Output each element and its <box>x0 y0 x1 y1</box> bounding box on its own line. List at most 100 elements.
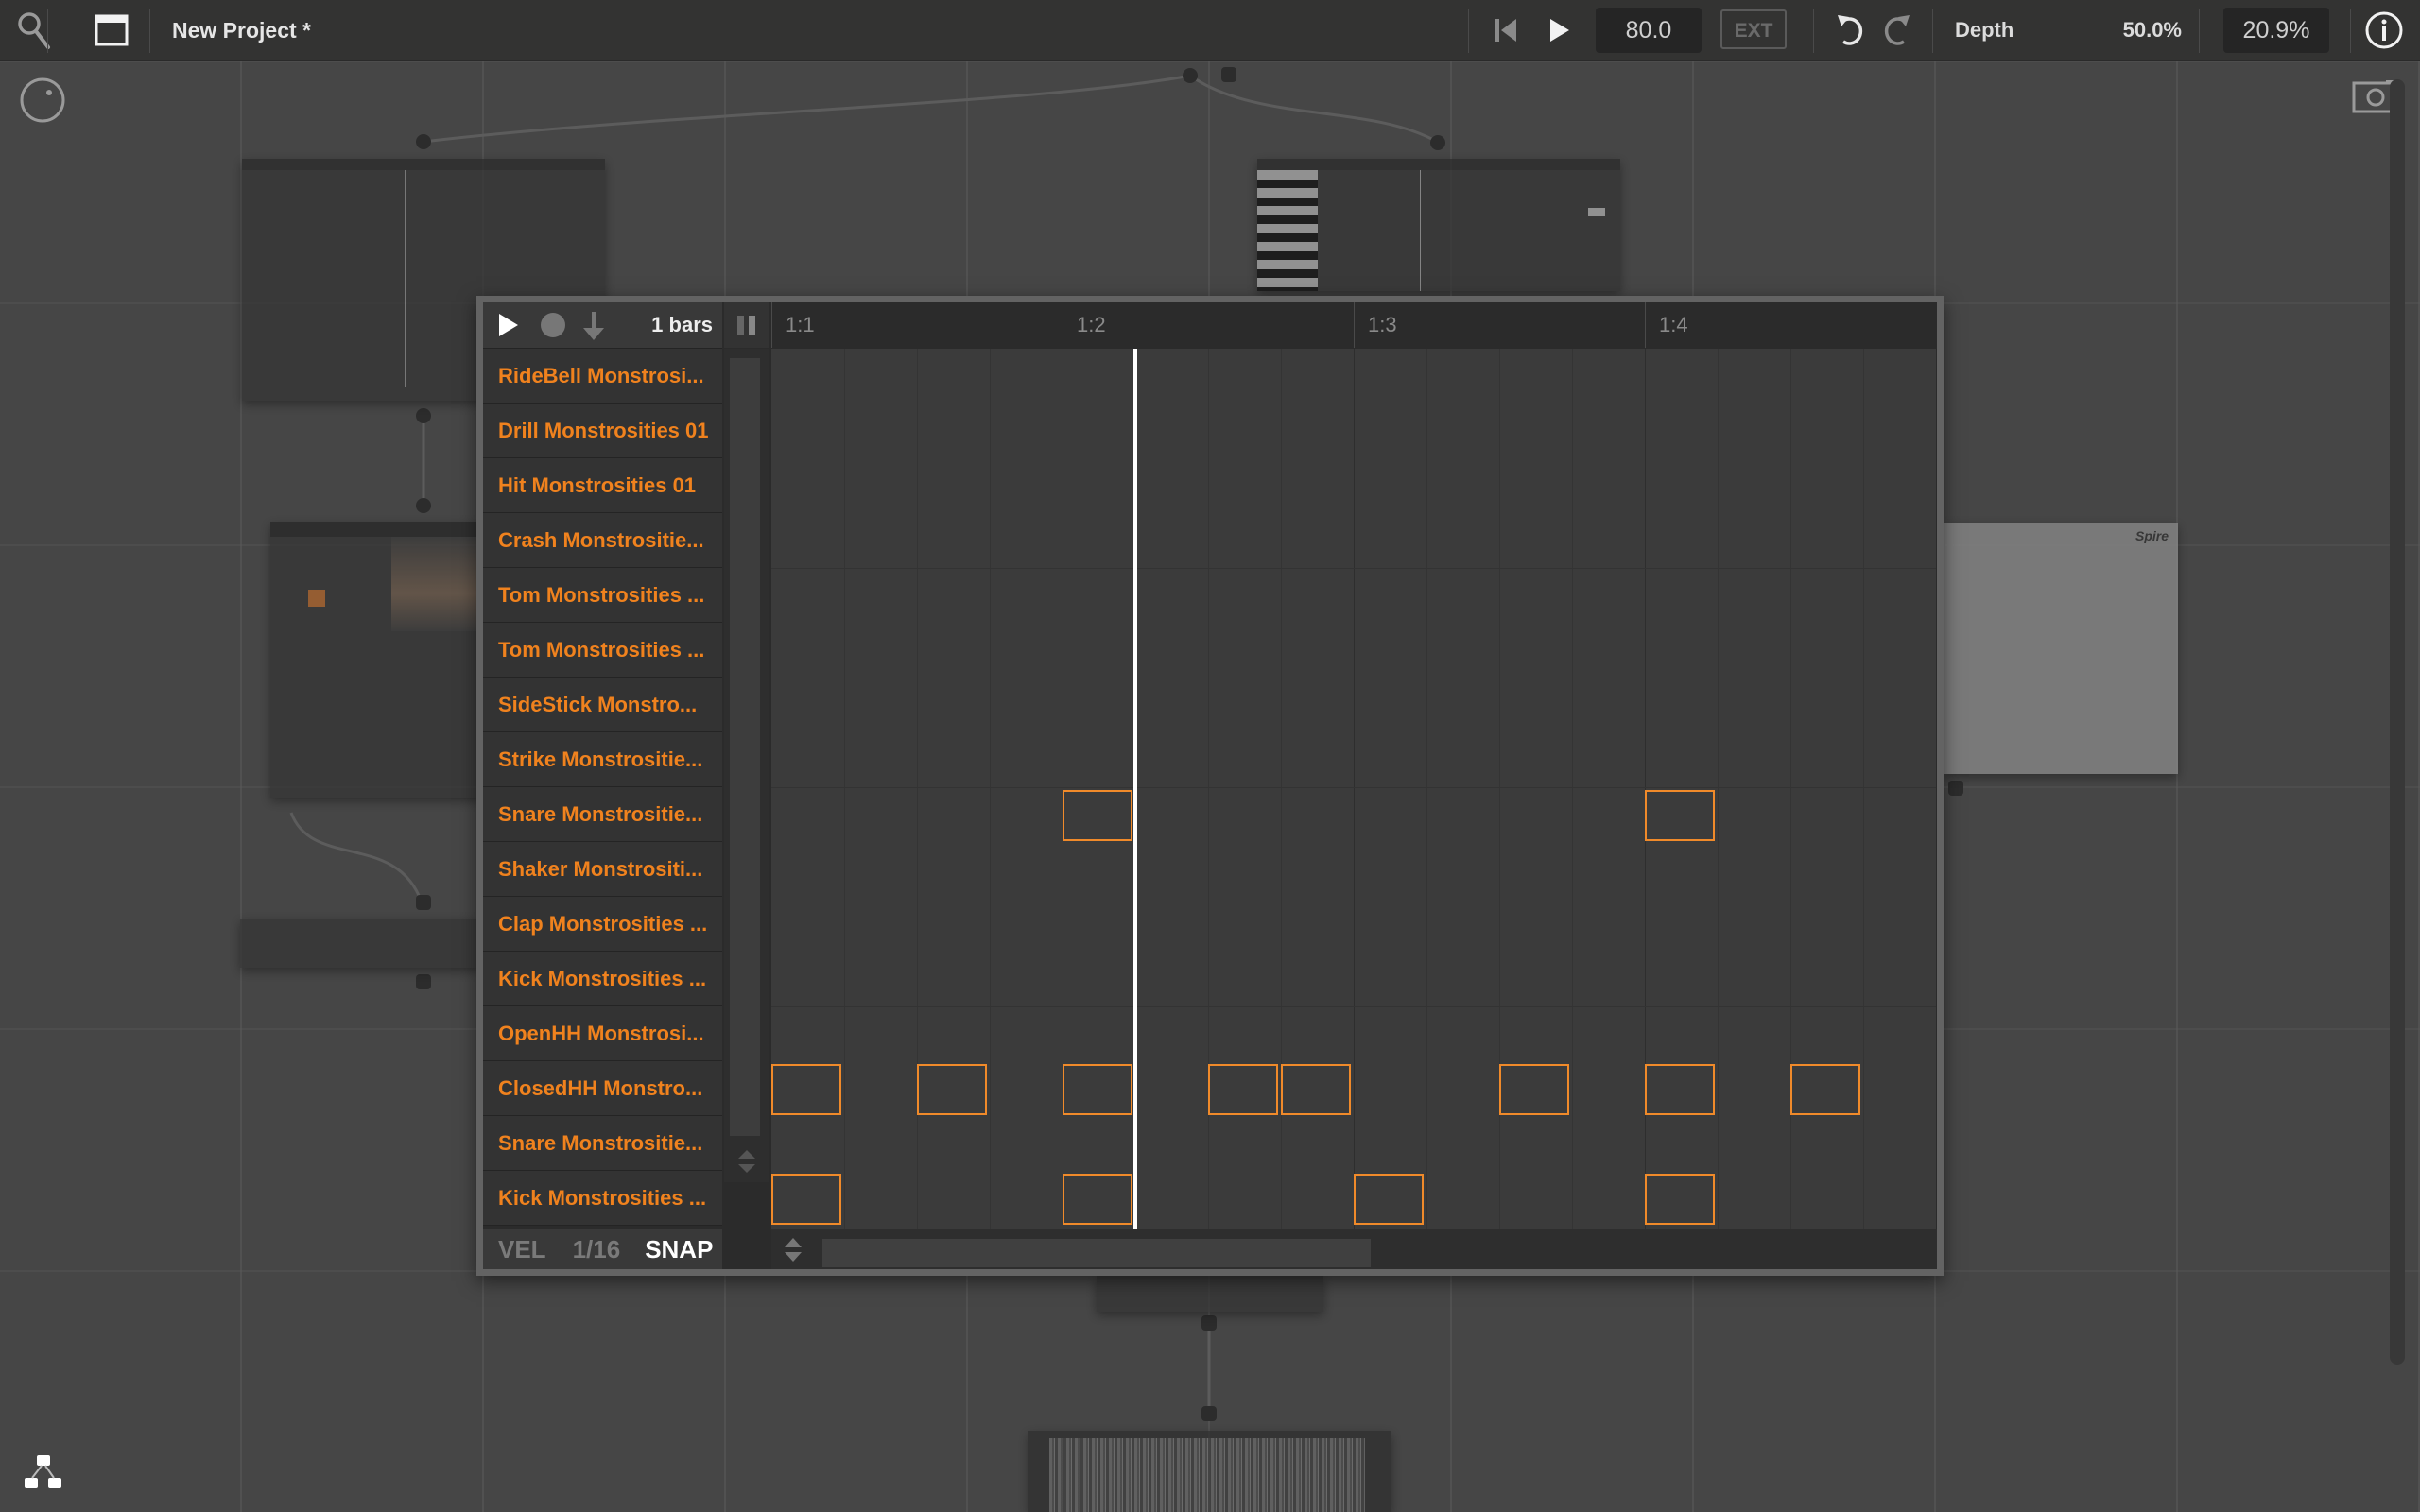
bg-mixer-module[interactable] <box>1097 1276 1323 1312</box>
editor-transport: 1 bars <box>483 302 722 349</box>
note[interactable] <box>1208 1064 1278 1115</box>
track-row-label[interactable]: Kick Monstrosities ... <box>483 1171 722 1226</box>
pattern-length[interactable]: 1 bars <box>651 302 713 348</box>
grid-step-line <box>844 349 845 1228</box>
bg-waveform-module[interactable] <box>1028 1431 1392 1512</box>
note[interactable] <box>1645 1064 1715 1115</box>
wire-node[interactable] <box>1183 68 1198 83</box>
port[interactable] <box>1201 1406 1217 1421</box>
track-row-label[interactable]: Crash Monstrositie... <box>483 513 722 568</box>
grid-row-group-line <box>771 787 1936 788</box>
timeline-ruler[interactable]: 1:1 1:2 1:3 1:4 <box>771 302 1937 348</box>
ruler-mark: 1:4 <box>1645 302 1688 348</box>
depth-value[interactable]: 50.0% <box>2118 0 2182 60</box>
undo-icon <box>1838 15 1863 45</box>
playhead[interactable] <box>1133 349 1137 1228</box>
snap-toggle[interactable]: SNAP <box>645 1235 713 1264</box>
ext-sync-button[interactable]: EXT <box>1720 9 1787 49</box>
port[interactable] <box>416 895 431 910</box>
hierarchy-icon <box>25 1455 61 1488</box>
horizontal-scroll-area <box>771 1229 1937 1269</box>
track-list-scrollbar[interactable] <box>724 349 769 1182</box>
window-button[interactable] <box>91 0 132 60</box>
wire-node[interactable] <box>416 498 431 513</box>
metronome-button[interactable] <box>19 76 68 129</box>
track-list: RideBell Monstrosi... Drill Monstrosities… <box>483 349 722 1226</box>
wire-node[interactable] <box>416 134 431 149</box>
ruler-mark: 1:1 <box>771 302 815 348</box>
track-row-label[interactable]: Kick Monstrosities ... <box>483 952 722 1006</box>
bg-piano-roll-thumbnail[interactable] <box>1257 159 1620 291</box>
port[interactable] <box>1201 1315 1217 1331</box>
note[interactable] <box>1645 1174 1715 1225</box>
footer-spacer <box>724 1229 769 1269</box>
note[interactable] <box>1499 1064 1569 1115</box>
info-button[interactable] <box>2363 0 2405 60</box>
editor-record-button[interactable] <box>540 312 566 343</box>
redo-button[interactable] <box>1877 0 1915 60</box>
note[interactable] <box>1063 1064 1132 1115</box>
grid-step-line <box>990 349 991 1228</box>
play-icon <box>1550 19 1569 42</box>
bg-sampler-module[interactable] <box>270 522 497 798</box>
pause-icon <box>737 316 755 335</box>
editor-pause-toggle[interactable] <box>724 302 769 348</box>
info-icon <box>2365 11 2403 49</box>
track-row-label[interactable]: Strike Monstrositie... <box>483 732 722 787</box>
bg-synth-module[interactable]: Spire <box>1944 523 2178 774</box>
grid-step-line <box>1572 349 1573 1228</box>
track-row-label[interactable]: ClosedHH Monstro... <box>483 1061 722 1116</box>
grid-step-line <box>1426 349 1427 1228</box>
track-row-label[interactable]: Tom Monstrosities ... <box>483 623 722 678</box>
scroll-arrows-icon[interactable] <box>735 1147 758 1176</box>
velocity-toggle[interactable]: VEL <box>498 1235 546 1264</box>
port[interactable] <box>1221 67 1236 82</box>
search-button[interactable] <box>13 0 55 60</box>
track-row-label[interactable]: Drill Monstrosities 01 <box>483 404 722 458</box>
grid-step-line <box>1354 349 1355 1228</box>
grid-row-group-line <box>771 568 1936 569</box>
rewind-button[interactable] <box>1490 0 1524 60</box>
track-row-label[interactable]: Snare Monstrositie... <box>483 1116 722 1171</box>
tempo-field[interactable]: 80.0 <box>1596 8 1702 53</box>
track-row-label[interactable]: OpenHH Monstrosi... <box>483 1006 722 1061</box>
grid-size-select[interactable]: 1/16 <box>573 1235 621 1264</box>
editor-play-button[interactable] <box>498 312 519 343</box>
note[interactable] <box>1281 1064 1351 1115</box>
track-row-label[interactable]: Tom Monstrosities ... <box>483 568 722 623</box>
note[interactable] <box>1790 1064 1860 1115</box>
track-row-label[interactable]: RideBell Monstrosi... <box>483 349 722 404</box>
track-row-label[interactable]: SideStick Monstro... <box>483 678 722 732</box>
horizontal-scrollbar-thumb[interactable] <box>822 1239 1371 1267</box>
canvas-vertical-scrollbar[interactable] <box>2390 79 2405 1365</box>
record-icon <box>541 313 565 337</box>
note[interactable] <box>771 1064 841 1115</box>
arrow-down-icon <box>583 312 604 340</box>
note[interactable] <box>917 1064 987 1115</box>
note[interactable] <box>1645 790 1715 841</box>
undo-button[interactable] <box>1832 0 1870 60</box>
track-row-label[interactable]: Hit Monstrosities 01 <box>483 458 722 513</box>
zoom-stepper-icon[interactable] <box>781 1235 805 1265</box>
note[interactable] <box>1354 1174 1424 1225</box>
scrollbar-thumb[interactable] <box>730 358 760 1136</box>
note[interactable] <box>1063 790 1132 841</box>
wire-node[interactable] <box>1430 135 1445 150</box>
grid-step-line <box>1718 349 1719 1228</box>
project-title: New Project * <box>172 18 311 43</box>
zoom-field[interactable]: 20.9% <box>2223 8 2329 53</box>
track-row-label[interactable]: Clap Monstrosities ... <box>483 897 722 952</box>
note-grid[interactable] <box>771 349 1936 1228</box>
bg-delay-module[interactable] <box>240 919 482 968</box>
port[interactable] <box>1948 781 1963 796</box>
editor-drop-button[interactable] <box>581 311 606 346</box>
note[interactable] <box>1063 1174 1132 1225</box>
port[interactable] <box>416 974 431 989</box>
graph-view-button[interactable] <box>23 1453 64 1496</box>
play-button[interactable] <box>1543 0 1577 60</box>
drum-editor-window: 1 bars 1:1 1:2 1:3 1:4 RideBell Monstros… <box>476 296 1944 1276</box>
track-row-label[interactable]: Shaker Monstrositi... <box>483 842 722 897</box>
note[interactable] <box>771 1174 841 1225</box>
wire-node[interactable] <box>416 408 431 423</box>
track-row-label[interactable]: Snare Monstrositie... <box>483 787 722 842</box>
